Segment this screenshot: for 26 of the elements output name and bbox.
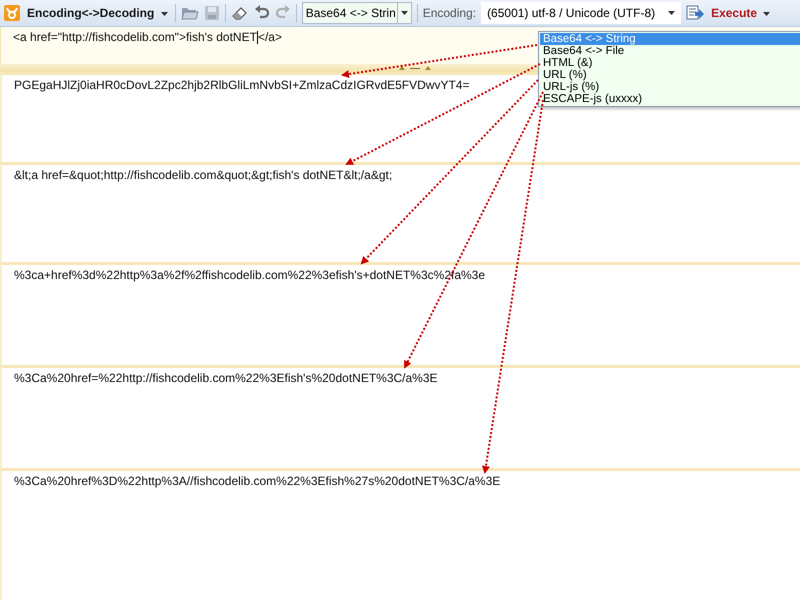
output-text: &lt;a href=&quot;http://fishcodelib.com&quot;&gt;fish's dotNET&lt;/a&gt;	[14, 168, 392, 182]
folder-icon[interactable]	[180, 5, 199, 21]
caret-icon	[160, 12, 168, 16]
dropdown-option[interactable]: ESCAPE-js (uxxxx)	[540, 93, 800, 105]
dropdown-option[interactable]: Base64 <-> File	[540, 45, 800, 57]
output-text: PGEgaHJlZj0iaHR0cDovL2Zpc2hjb2RlbGliLmNvbSI+ZmlzaCdzIGRvdE5FVDwvYT4=	[14, 78, 470, 92]
undo-icon[interactable]	[254, 5, 270, 21]
output-text: %3Ca%20href=%22http://fishcodelib.com%22%3Efish's%20dotNET%3C/a%3E	[14, 371, 438, 385]
caret-icon	[400, 11, 408, 15]
dropdown-button[interactable]	[396, 3, 411, 23]
dropdown-option[interactable]: URL (%)	[540, 69, 800, 81]
encoding-combo[interactable]: (65001) utf-8 / Unicode (UTF-8)	[481, 2, 682, 24]
output-text: %3ca+href%3d%22http%3a%2f%2ffishcodelib.com%22%3efish's+dotNET%3c%2fa%3e	[14, 268, 486, 282]
method-combo[interactable]: Base64 <-> Strin	[302, 2, 412, 24]
run-icon[interactable]	[686, 5, 704, 21]
caret-icon	[763, 12, 770, 16]
bull-logo-icon	[4, 5, 20, 21]
execute-button[interactable]: Execute	[709, 6, 772, 20]
encoding-label: Encoding:	[422, 6, 476, 20]
eraser-icon[interactable]	[230, 5, 249, 21]
mode-menu-button[interactable]: Encoding<->Decoding	[25, 6, 170, 20]
input-text: <a href="http://fishcodelib.com">fish's dotNET</a>	[13, 30, 282, 44]
splitter-grip-icon[interactable]	[398, 65, 432, 71]
output-text: %3Ca%20href%3D%22http%3A//fishcodelib.com%22%3Efish%27s%20dotNET%3C/a%3E	[14, 474, 500, 488]
dropdown-option[interactable]: URL-js (%)	[540, 81, 800, 93]
caret-icon	[668, 11, 676, 15]
